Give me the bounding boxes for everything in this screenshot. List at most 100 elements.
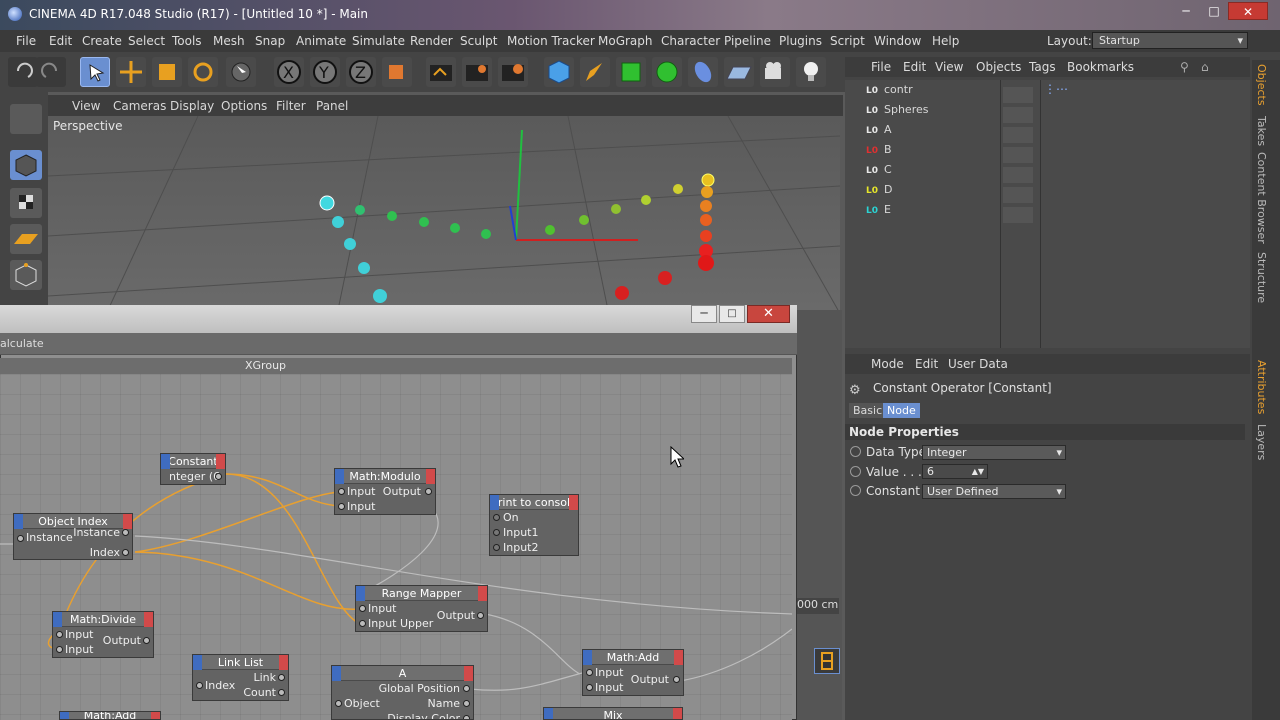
xpresso-close-button[interactable]: ✕ — [747, 305, 790, 323]
input-port-pin[interactable] — [493, 514, 500, 521]
search-icon[interactable]: ⚲ — [1180, 60, 1189, 74]
object-item[interactable]: L0 C — [866, 160, 892, 180]
layout-dropdown[interactable]: Startup ▾ — [1092, 32, 1248, 49]
minimize-button[interactable]: ─ — [1172, 2, 1200, 20]
viewport-menu-cameras[interactable]: Cameras — [113, 99, 166, 113]
light-icon[interactable] — [796, 57, 826, 87]
last-tool-icon[interactable] — [226, 57, 256, 87]
input-port-pin[interactable] — [493, 544, 500, 551]
undo-icon[interactable] — [8, 57, 38, 87]
render-settings-icon[interactable] — [498, 57, 528, 87]
ob-menu-edit[interactable]: Edit — [903, 60, 926, 74]
input-port-pin[interactable] — [338, 503, 345, 510]
input-port-pin[interactable] — [586, 684, 593, 691]
model-mode-icon[interactable] — [10, 150, 42, 180]
texture-mode-icon[interactable] — [10, 188, 42, 218]
animation-dot-icon[interactable] — [850, 446, 861, 457]
input-port-pin[interactable] — [56, 631, 63, 638]
node-mix[interactable]: Mix — [543, 707, 683, 720]
node-math-modulo[interactable]: Math:Modulo Input Output Input — [334, 468, 436, 515]
scale-icon[interactable] — [152, 57, 182, 87]
ob-menu-tags[interactable]: Tags — [1029, 60, 1056, 74]
live-selection-icon[interactable] — [80, 57, 110, 87]
node-math-add[interactable]: Math:Add Input Output Input — [582, 649, 684, 696]
menu-simulate[interactable]: Simulate — [352, 34, 405, 48]
sidetab-layers[interactable]: Layers — [1255, 424, 1268, 460]
menu-mograph[interactable]: MoGraph — [598, 34, 653, 48]
input-port-pin[interactable] — [338, 488, 345, 495]
menu-edit[interactable]: Edit — [49, 34, 72, 48]
sidetab-objects[interactable]: Objects — [1255, 64, 1268, 106]
film-strip-icon[interactable] — [814, 648, 840, 674]
menu-sculpt[interactable]: Sculpt — [460, 34, 497, 48]
object-item[interactable]: L0 contr — [866, 80, 913, 100]
output-port-pin[interactable] — [463, 685, 470, 692]
menu-render[interactable]: Render — [410, 34, 453, 48]
output-port-pin[interactable] — [215, 473, 222, 480]
close-button[interactable]: ✕ — [1228, 2, 1268, 20]
node-link-list[interactable]: Link List Link Index Count — [192, 654, 289, 701]
data-type-dropdown[interactable]: Integer ▾ — [922, 445, 1066, 460]
3d-viewport[interactable] — [48, 116, 840, 310]
rotate-icon[interactable] — [188, 57, 218, 87]
menu-motion-tracker[interactable]: Motion Tracker — [507, 34, 595, 48]
value-field[interactable]: 6 ▲▼ — [922, 464, 988, 479]
ob-menu-objects[interactable]: Objects — [976, 60, 1021, 74]
sidetab-takes[interactable]: Takes — [1255, 116, 1268, 146]
output-port-pin[interactable] — [122, 549, 129, 556]
xpresso-maximize-button[interactable]: □ — [719, 305, 745, 323]
input-port-pin[interactable] — [493, 529, 500, 536]
workplane-icon[interactable] — [10, 224, 42, 254]
animation-dot-icon[interactable] — [850, 466, 861, 477]
output-port-pin[interactable] — [425, 488, 432, 495]
subdivision-icon[interactable] — [616, 57, 646, 87]
object-item[interactable]: L0 Spheres — [866, 100, 928, 120]
xpresso-menu-calculate[interactable]: alculate — [0, 337, 44, 350]
node-math-add-2[interactable]: Math:Add — [59, 711, 161, 720]
points-mode-icon[interactable] — [10, 260, 42, 290]
input-port-pin[interactable] — [359, 620, 366, 627]
ob-menu-bookmarks[interactable]: Bookmarks — [1067, 60, 1134, 74]
object-visibility-column[interactable] — [1003, 83, 1033, 223]
ob-menu-view[interactable]: View — [935, 60, 963, 74]
node-object-a[interactable]: A Global Position Object Name Display Col… — [331, 665, 474, 720]
cube-icon[interactable] — [544, 57, 574, 87]
output-port-pin[interactable] — [278, 689, 285, 696]
viewport-menu-view[interactable]: View — [72, 99, 100, 113]
output-port-pin[interactable] — [463, 700, 470, 707]
menu-character[interactable]: Character — [661, 34, 720, 48]
sidetab-content-browser[interactable]: Content Browser — [1255, 152, 1268, 244]
cloner-icon[interactable] — [652, 57, 682, 87]
output-port-pin[interactable] — [463, 715, 470, 719]
move-icon[interactable] — [116, 57, 146, 87]
xpresso-title-bar[interactable] — [0, 305, 797, 333]
viewport-menu-filter[interactable]: Filter — [276, 99, 306, 113]
viewport-menu-options[interactable]: Options — [221, 99, 267, 113]
menu-plugins[interactable]: Plugins — [779, 34, 822, 48]
y-axis-icon[interactable]: Y — [310, 57, 340, 87]
node-range-mapper[interactable]: Range Mapper Input Output Input Upper — [355, 585, 488, 632]
menu-help[interactable]: Help — [932, 34, 959, 48]
ob-menu-file[interactable]: File — [871, 60, 891, 74]
viewport-menu-panel[interactable]: Panel — [316, 99, 348, 113]
x-axis-icon[interactable]: X — [274, 57, 304, 87]
render-to-picture-viewer-icon[interactable] — [462, 57, 492, 87]
viewport-menu-display[interactable]: Display — [170, 99, 214, 113]
deformer-icon[interactable] — [688, 57, 718, 87]
pen-icon[interactable] — [580, 57, 610, 87]
redo-icon[interactable] — [36, 57, 66, 87]
input-port-pin[interactable] — [586, 669, 593, 676]
constant-dropdown[interactable]: User Defined ▾ — [922, 484, 1066, 499]
menu-snap[interactable]: Snap — [255, 34, 285, 48]
menu-create[interactable]: Create — [82, 34, 122, 48]
tab-basic[interactable]: Basic — [849, 403, 887, 418]
menu-window[interactable]: Window — [874, 34, 921, 48]
menu-select[interactable]: Select — [128, 34, 165, 48]
input-port-pin[interactable] — [17, 535, 24, 542]
animation-dot-icon[interactable] — [850, 485, 861, 496]
output-port-pin[interactable] — [278, 674, 285, 681]
input-port-pin[interactable] — [359, 605, 366, 612]
z-axis-icon[interactable]: Z — [346, 57, 376, 87]
stepper-icon[interactable]: ▲▼ — [972, 465, 984, 478]
object-item[interactable]: L0 E — [866, 200, 891, 220]
